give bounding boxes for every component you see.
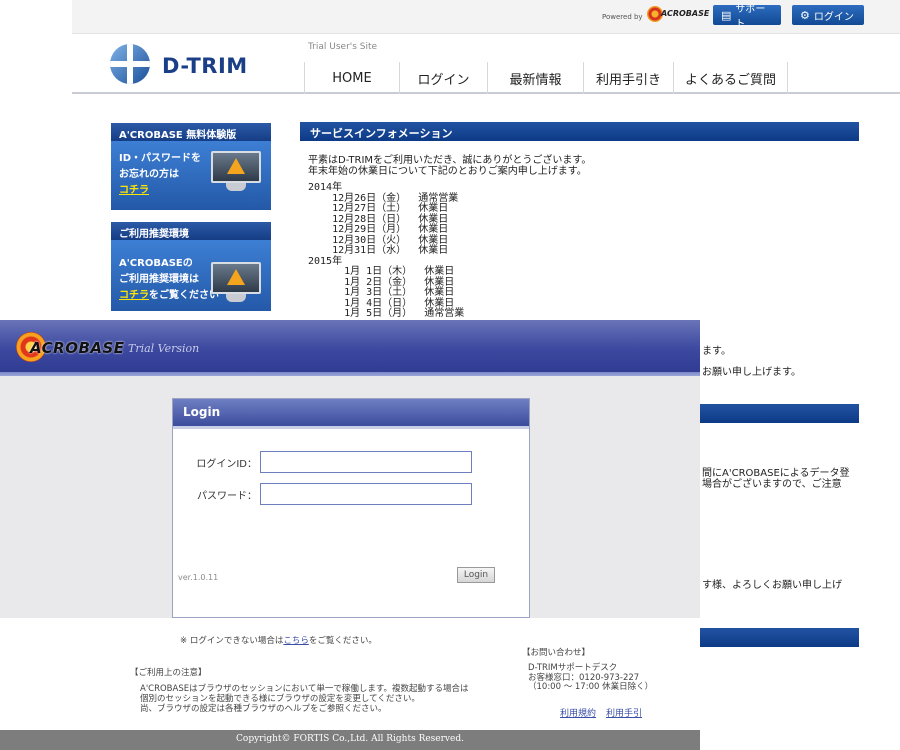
- nav-login[interactable]: ログイン: [400, 62, 488, 94]
- info-fragment-3: 間にA'CROBASEによるデータ登 場合がございますので、ご注意: [702, 468, 882, 490]
- caution-line-1: A'CROBASEはブラウザのセッションにおいて単一で稼働します。複数起動する場…: [140, 684, 469, 694]
- intro-line-2: 年末年始の休業日について下記のとおりご案内申し上げます。: [308, 166, 587, 177]
- password-input[interactable]: [260, 483, 472, 505]
- terms-link[interactable]: 利用規約: [560, 709, 596, 719]
- login-panel-title: Login: [173, 399, 529, 426]
- info-fragment-3a: 間にA'CROBASEによるデータ登: [702, 468, 850, 479]
- site-logo[interactable]: D-TRIM: [110, 44, 250, 84]
- env-box-title: ご利用推奨環境: [111, 222, 271, 240]
- intro-text: 平素はD-TRIMをご利用いただき、誠にありがとうございます。 年末年始の休業日…: [308, 155, 848, 177]
- caution-line-3: 尚、ブラウザの設定は各種ブラウザのヘルプをご参照ください。: [140, 704, 387, 714]
- top-utility-bar: Powered by ACROBASE ▤ サポート ⚙ ログイン: [72, 0, 900, 34]
- note-suffix: をご覧ください。: [308, 636, 377, 646]
- acrobase-mini-text: ACROBASE: [661, 9, 710, 18]
- contact-body: D-TRIMサポートデスク お客様窓口：0120-973-227 （10:00 …: [528, 663, 654, 693]
- login-id-label: ログインID：: [196, 459, 257, 470]
- gear-icon: ⚙: [800, 8, 810, 22]
- version-label: ver.1.0.11: [178, 573, 219, 582]
- env-banner[interactable]: A'CROBASEの ご利用推奨環境は コチラをご覧ください: [111, 240, 271, 311]
- password-row: パスワード：: [173, 483, 531, 505]
- copyright: Copyright© FORTIS Co.,Ltd. All Rights Re…: [0, 730, 700, 750]
- trial-box: A'CROBASE 無料体験版 ID・パスワードを お忘れの方は コチラ: [111, 123, 271, 210]
- info-fragment-4: す様、よろしくお願い申し上げ: [702, 580, 842, 591]
- intro-line-1: 平素はD-TRIMをご利用いただき、誠にありがとうございます。: [308, 155, 592, 166]
- site-name: D-TRIM: [162, 54, 248, 78]
- info-fragment-3b: 場合がございますので、ご注意: [702, 479, 842, 490]
- acrobase-login-window: ACROBASE Trial Version Login ログインID： パスワ…: [0, 320, 700, 750]
- support-button[interactable]: ▤ サポート: [713, 4, 781, 30]
- acrobase-mini-logo: ACROBASE: [647, 6, 710, 22]
- service-info-bar: サービスインフォメーション: [300, 122, 859, 141]
- login-help-note: ※ ログインできない場合はこちらをご覧ください。: [180, 634, 377, 646]
- login-id-input[interactable]: [260, 451, 472, 473]
- note-prefix: ※ ログインできない場合は: [180, 636, 284, 646]
- monitor-warning-icon: [211, 262, 261, 304]
- acrobase-header: ACROBASE Trial Version: [0, 320, 700, 376]
- contact-heading: 【お問い合わせ】: [522, 648, 591, 658]
- site-subtitle: Trial User's Site: [308, 42, 378, 52]
- login-panel: Login ログインID： パスワード： ver.1.0.11 Login: [172, 398, 530, 618]
- site-header: D-TRIM Trial User's Site HOME ログイン 最新情報 …: [72, 34, 900, 94]
- info-fragment-1: ます。: [702, 346, 731, 357]
- nav-news[interactable]: 最新情報: [488, 62, 584, 94]
- caution-heading: 【ご利用上の注意】: [130, 668, 207, 678]
- password-label: パスワード：: [197, 491, 257, 502]
- guide-link[interactable]: 利用手引: [606, 709, 642, 719]
- acrobase-footer: ※ ログインできない場合はこちらをご覧ください。 【ご利用上の注意】 A'CRO…: [0, 618, 700, 750]
- trial-version-label: Trial Version: [128, 342, 200, 355]
- service-info-content: 平素はD-TRIMをご利用いただき、誠にありがとうございます。 年末年始の休業日…: [308, 155, 848, 320]
- nav-faq[interactable]: よくあるご質問: [674, 62, 788, 94]
- section-bar-2: [700, 404, 859, 423]
- env-suffix: をご覧ください: [149, 290, 219, 301]
- env-box: ご利用推奨環境 A'CROBASEの ご利用推奨環境は コチラをご覧ください: [111, 222, 271, 311]
- book-icon: ▤: [721, 8, 732, 22]
- d-trim-mark-icon: [110, 44, 150, 84]
- forgot-id-banner[interactable]: ID・パスワードを お忘れの方は コチラ: [111, 141, 271, 210]
- contact-line-3: （10:00 ～ 17:00 休業日除く）: [528, 682, 654, 692]
- monitor-warning-icon: [211, 151, 261, 193]
- header-login-button[interactable]: ⚙ ログイン: [792, 5, 864, 25]
- nav-home[interactable]: HOME: [304, 62, 400, 94]
- acrobase-logo-text: ACROBASE: [30, 339, 125, 357]
- trial-box-title: A'CROBASE 無料体験版: [111, 123, 271, 141]
- info-fragment-2: お願い申し上げます。: [702, 367, 801, 378]
- holiday-schedule: 2014年 12月26日（金） 通常営業 12月27日（土） 休業日 12月28…: [308, 182, 465, 319]
- caution-line-2: 個別のセッションを起動できる様にブラウザの設定を変更してください。: [140, 694, 420, 704]
- header-login-label: ログイン: [813, 11, 854, 23]
- footer-links: 利用規約 利用手引: [560, 706, 652, 719]
- login-id-row: ログインID：: [173, 451, 531, 473]
- main-nav: HOME ログイン 最新情報 利用手引き よくあるご質問: [304, 62, 788, 94]
- nav-guide[interactable]: 利用手引き: [584, 62, 674, 94]
- support-label: サポート: [735, 4, 766, 30]
- login-title-strip: [173, 426, 529, 429]
- login-submit-button[interactable]: Login: [457, 567, 495, 583]
- caution-body: A'CROBASEはブラウザのセッションにおいて単一で稼働します。複数起動する場…: [140, 684, 500, 714]
- help-link[interactable]: こちら: [283, 636, 309, 646]
- env-link[interactable]: コチラ: [119, 290, 149, 301]
- section-bar-3: [700, 628, 859, 647]
- powered-by-label: Powered by: [602, 13, 643, 21]
